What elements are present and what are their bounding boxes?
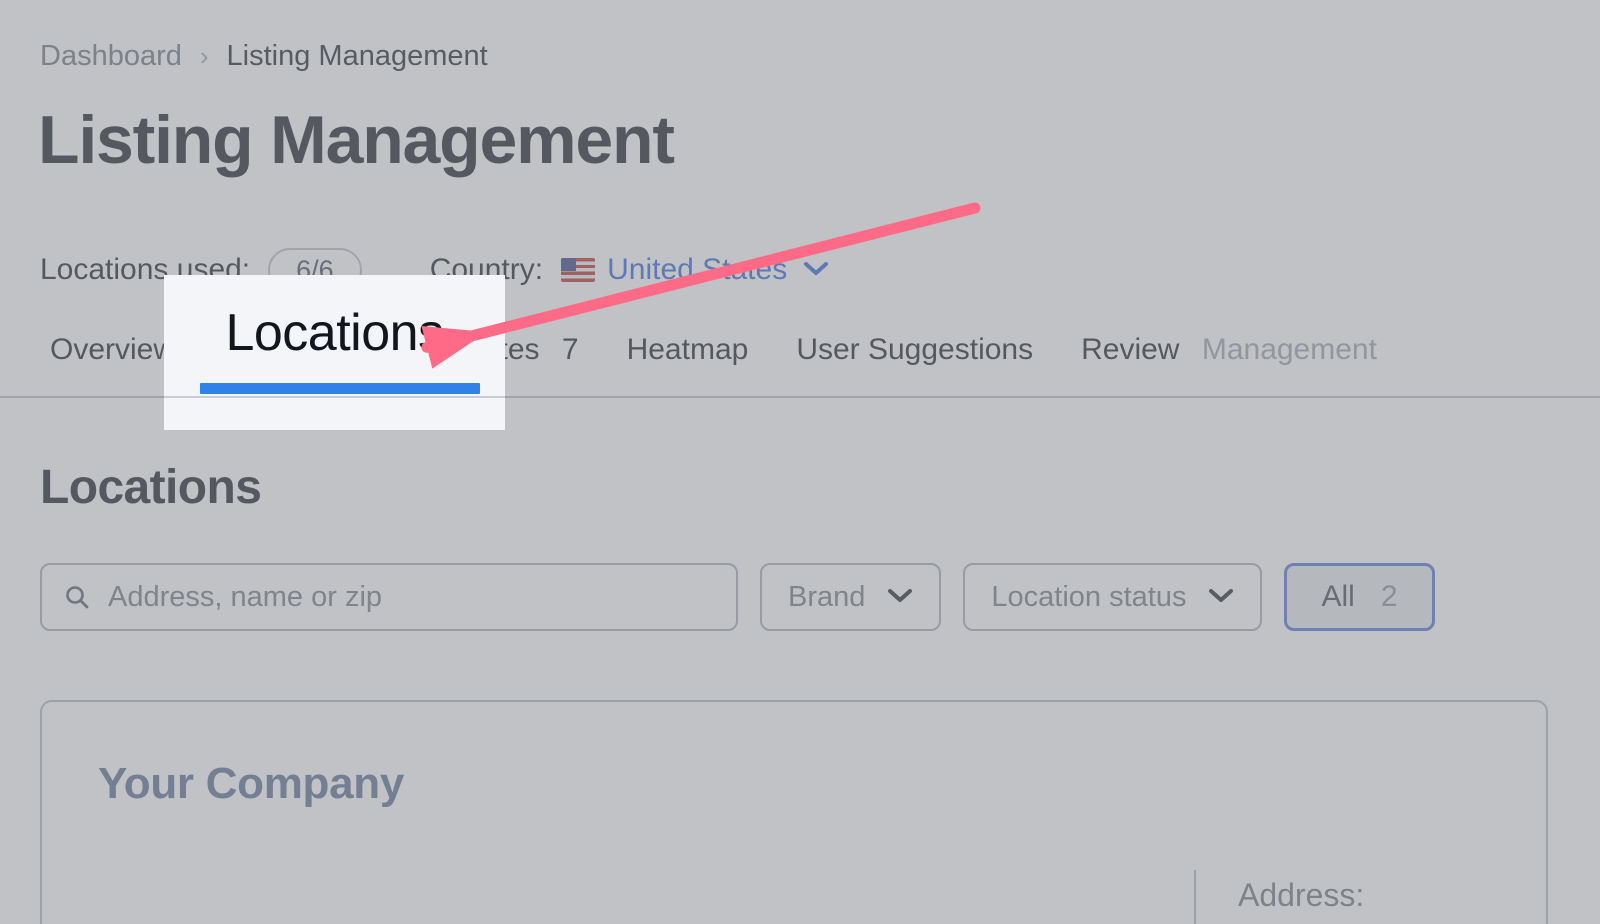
all-filter-count: 2 (1381, 580, 1398, 614)
tab-user-suggestions[interactable]: User Suggestions (772, 333, 1057, 367)
tab-review-management[interactable]: Review Management (1057, 333, 1401, 367)
brand-filter[interactable]: Brand (760, 563, 941, 631)
search-placeholder: Address, name or zip (108, 581, 382, 614)
all-filter-label: All (1321, 580, 1354, 614)
tab-duplicates-count: 7 (562, 333, 579, 366)
breadcrumb-current: Listing Management (227, 42, 488, 71)
tab-heatmap-label: Heatmap (627, 333, 749, 366)
location-status-filter-label: Location status (991, 581, 1186, 614)
card-divider (1194, 870, 1196, 924)
active-tab-underline (200, 383, 480, 394)
search-icon (64, 584, 90, 610)
us-flag-icon (561, 258, 595, 282)
callout-label: Locations (164, 305, 505, 362)
address-label: Address: (1238, 878, 1364, 913)
tab-heatmap[interactable]: Heatmap (603, 333, 773, 367)
chevron-down-icon (1208, 586, 1234, 608)
brand-filter-label: Brand (788, 581, 865, 614)
tab-management-label: Management (1188, 333, 1377, 366)
callout-hairline (164, 396, 505, 398)
chevron-down-icon[interactable] (803, 259, 829, 281)
search-input[interactable]: Address, name or zip (40, 563, 738, 631)
tab-user-suggestions-label: User Suggestions (796, 333, 1033, 366)
breadcrumb: Dashboard › Listing Management (40, 42, 488, 71)
chevron-right-icon: › (200, 43, 209, 69)
locations-tab-callout[interactable]: Locations (164, 275, 505, 430)
filter-bar: Address, name or zip Brand Location stat… (40, 563, 1435, 631)
location-status-filter[interactable]: Location status (963, 563, 1262, 631)
tab-overview-label: Overview (50, 333, 175, 366)
breadcrumb-dashboard[interactable]: Dashboard (40, 42, 182, 71)
company-name[interactable]: Your Company (98, 760, 404, 808)
section-title: Locations (40, 462, 261, 515)
tab-review-label: Review (1081, 333, 1179, 366)
country-value[interactable]: United States (607, 253, 787, 287)
page-title: Listing Management (38, 105, 674, 176)
all-filter-button[interactable]: All 2 (1284, 563, 1434, 631)
chevron-down-icon (887, 586, 913, 608)
screenshot-root: Dashboard › Listing Management Listing M… (0, 0, 1600, 924)
listing-management-page: Dashboard › Listing Management Listing M… (0, 0, 1600, 924)
